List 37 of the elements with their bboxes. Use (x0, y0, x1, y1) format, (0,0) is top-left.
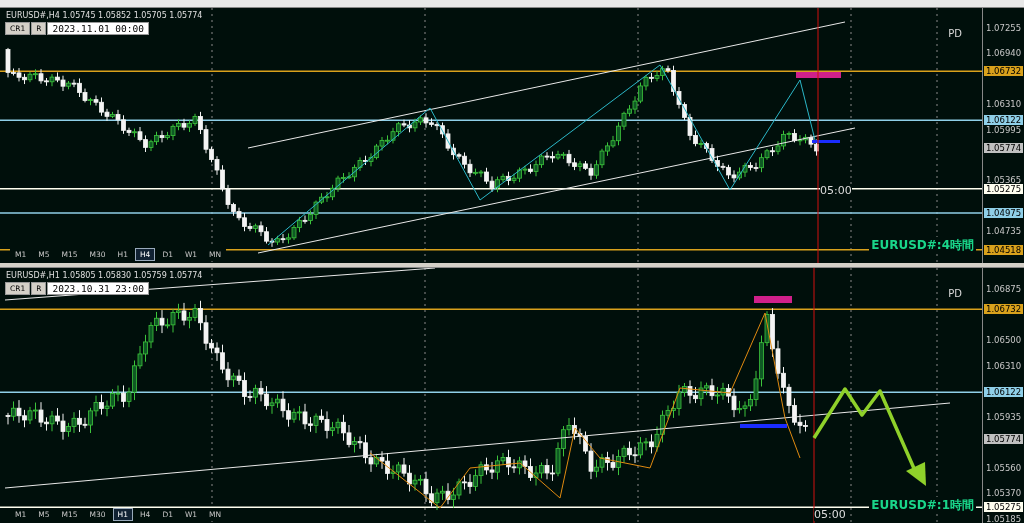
price-label: 1.05774 (984, 143, 1024, 154)
price-tick: 1.06500 (986, 334, 1022, 346)
price-label: 1.06732 (984, 304, 1024, 315)
chart-title: EURUSD#:1時間 (869, 497, 976, 514)
date-field[interactable]: 2023.10.31 23:00 (47, 282, 149, 295)
price-label: 1.05275 (984, 502, 1024, 513)
price-label: 1.06122 (984, 387, 1024, 398)
chart-header: EURUSD#,H4 1.05745 1.05852 1.05705 1.05774 (6, 11, 203, 20)
zone-marker (754, 296, 792, 303)
price-tick: 1.07255 (986, 22, 1022, 34)
zone-marker (796, 72, 841, 78)
price-label: 1.04975 (984, 207, 1024, 218)
time-label: 05:00 (820, 184, 852, 197)
price-tick: 1.06875 (986, 283, 1022, 295)
price-label: 1.06122 (984, 115, 1024, 126)
price-label: 1.06732 (984, 66, 1024, 77)
price-label: 1.04518 (984, 244, 1024, 255)
price-tick: 1.04735 (986, 226, 1022, 238)
price-tick: 1.06940 (986, 48, 1022, 60)
price-tick: 1.05365 (986, 175, 1022, 186)
price-tick: 1.05185 (986, 513, 1022, 523)
zone-marker (812, 140, 840, 143)
price-label: 1.05774 (984, 434, 1024, 445)
date-field[interactable]: 2023.11.01 00:00 (47, 22, 149, 35)
price-tick: 1.05935 (986, 411, 1022, 423)
price-tick: 1.05370 (986, 488, 1022, 500)
corner-label: PD (948, 288, 962, 299)
price-tick: 1.05995 (986, 124, 1022, 136)
time-label: 05:00 (814, 508, 846, 521)
price-tick: 1.06310 (986, 99, 1022, 111)
corner-label: PD (948, 28, 962, 39)
chart-header: EURUSD#,H1 1.05805 1.05830 1.05759 1.05774 (6, 271, 203, 280)
price-tick: 1.06310 (986, 360, 1022, 372)
zone-marker (740, 424, 787, 428)
price-tick: 1.05560 (986, 462, 1022, 474)
chart-title: EURUSD#:4時間 (869, 237, 976, 254)
price-label: 1.05275 (984, 183, 1024, 194)
